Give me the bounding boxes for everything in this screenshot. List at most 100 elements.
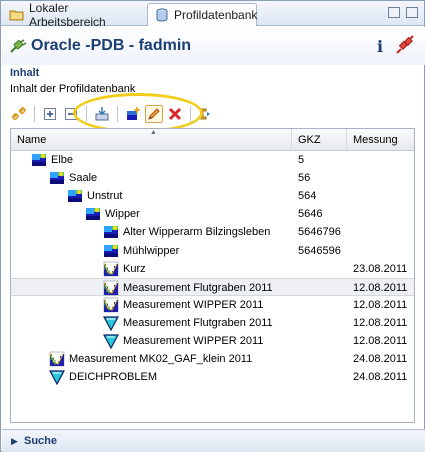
sort-indicator-icon: ▲ — [150, 129, 157, 136]
row-messung-cell: 12.08.2011 — [353, 281, 408, 294]
row-messung-cell: 12.08.2011 — [353, 298, 408, 311]
table-row[interactable]: Mühlwipper 5646596 — [11, 242, 414, 260]
row-name-label: Mühlwipper — [123, 244, 180, 257]
row-name-cell: Mühlwipper — [103, 242, 179, 260]
row-name-cell: Measurement Flutgraben 2011 — [102, 314, 273, 332]
row-name-cell: Kurz — [103, 260, 146, 278]
tab-bar: Lokaler Arbeitsbereich Profildatenbank — [1, 0, 424, 29]
waterbody-icon — [103, 243, 119, 259]
folder-icon — [9, 7, 25, 23]
table-row[interactable]: Elbe 5 — [11, 151, 414, 169]
row-gkz-cell: 564 — [298, 190, 317, 203]
row-name-cell: Saale — [49, 169, 97, 187]
table-row[interactable]: DEICHPROBLEM 24.08.2011 — [11, 368, 414, 386]
table-row[interactable]: Wipper 5646 — [11, 205, 414, 223]
row-name-label: Alter Wipperarm Bilzingsleben — [123, 226, 271, 239]
water-level-icon — [48, 369, 66, 386]
row-name-cell: Measurement MK02_GAF_klein 2011 — [49, 350, 252, 368]
search-section-label: Suche — [24, 435, 58, 447]
connection-title: Oracle -PDB - fadmin — [31, 37, 192, 54]
import-icon[interactable] — [93, 105, 111, 123]
row-name-label: Kurz — [123, 262, 146, 275]
table-row[interactable]: Measurement Flutgraben 2011 12.08.2011 — [11, 277, 414, 297]
table-row[interactable]: Kurz 23.08.2011 — [11, 260, 414, 278]
profile-database-view: Lokaler Arbeitsbereich Profildatenbank O… — [0, 0, 425, 452]
new-item-icon[interactable] — [124, 105, 142, 123]
row-name-cell: Measurement Flutgraben 2011 — [103, 279, 273, 297]
table-row[interactable]: Measurement WIPPER 2011 12.08.2011 — [11, 296, 414, 314]
waterbody-icon — [31, 152, 47, 168]
toolbar-separator — [86, 106, 87, 122]
row-gkz-cell: 5646796 — [298, 226, 341, 239]
row-name-label: Unstrut — [87, 190, 123, 203]
row-name-label: Measurement WIPPER 2011 — [123, 335, 264, 347]
profile-measurement-icon — [103, 297, 119, 313]
table-row[interactable]: Alter Wipperarm Bilzingsleben 5646796 — [11, 223, 414, 241]
water-level-icon — [102, 315, 120, 332]
row-messung-cell: 12.08.2011 — [353, 316, 408, 329]
row-name-cell: DEICHPROBLEM — [48, 368, 158, 386]
content-toolbar — [10, 104, 215, 124]
row-name-label: DEICHPROBLEM — [69, 371, 158, 384]
row-messung-cell: 12.08.2011 — [353, 335, 408, 347]
expand-all-icon[interactable] — [41, 105, 59, 123]
connection-plug-icon — [10, 39, 28, 56]
table-row[interactable]: Measurement WIPPER 2011 12.08.2011 — [11, 332, 414, 350]
delete-icon[interactable] — [166, 105, 184, 123]
row-messung-cell: 24.08.2011 — [353, 353, 408, 366]
edit-icon[interactable] — [145, 105, 163, 123]
row-messung-cell: 24.08.2011 — [353, 371, 408, 384]
table-row[interactable]: Measurement MK02_GAF_klein 2011 24.08.201… — [11, 350, 414, 368]
waterbody-icon — [103, 224, 119, 240]
disconnect-icon[interactable] — [395, 35, 415, 58]
row-name-cell: Wipper — [85, 205, 140, 223]
table-header: Name ▲ GKZ Messung — [11, 129, 414, 151]
row-name-label: Elbe — [51, 154, 74, 166]
waterbody-icon — [49, 170, 65, 186]
row-name-cell: Measurement WIPPER 2011 — [103, 296, 263, 314]
toolbar-separator — [117, 106, 118, 122]
database-icon — [154, 7, 170, 23]
row-gkz-cell: 5 — [298, 154, 305, 166]
tab-local-workspace[interactable]: Lokaler Arbeitsbereich — [3, 0, 147, 29]
section-description: Inhalt der Profildatenbank — [10, 83, 136, 95]
row-name-cell: Alter Wipperarm Bilzingsleben — [103, 223, 270, 241]
info-button[interactable]: i — [377, 37, 383, 56]
minimize-button[interactable] — [388, 7, 400, 18]
table-row[interactable]: Measurement Flutgraben 2011 12.08.2011 — [11, 314, 414, 332]
tab-profile-database[interactable]: Profildatenbank — [147, 3, 257, 26]
column-header-messung[interactable]: Messung — [347, 129, 414, 151]
table-row[interactable]: Saale 56 — [11, 169, 414, 187]
view-header: Oracle -PDB - fadmin i — [2, 27, 425, 65]
profile-measurement-icon — [103, 280, 119, 296]
toolbar-separator — [34, 106, 35, 122]
profile-measurement-icon — [49, 351, 65, 367]
table-row[interactable]: Unstrut 564 — [11, 187, 414, 205]
row-messung-cell: 23.08.2011 — [353, 262, 408, 275]
maximize-button[interactable] — [406, 7, 418, 18]
toolbar-separator — [190, 106, 191, 122]
tab-profile-database-label: Profildatenbank — [174, 8, 258, 22]
row-gkz-cell: 5646 — [298, 208, 323, 221]
row-name-label: Measurement Flutgraben 2011 — [123, 281, 273, 294]
column-header-gkz[interactable]: GKZ — [292, 129, 347, 151]
row-name-cell: Elbe — [31, 151, 73, 169]
waterbody-icon — [67, 188, 83, 204]
row-name-cell: Unstrut — [67, 187, 122, 205]
profile-tree-table: Name ▲ GKZ Messung Elbe 5 Saale 56 Unstrut 56… — [10, 128, 415, 423]
row-gkz-cell: 5646596 — [298, 244, 341, 257]
row-gkz-cell: 56 — [298, 172, 311, 185]
search-section-bar[interactable]: ▶ Suche — [2, 429, 425, 452]
row-name-label: Wipper — [105, 208, 140, 221]
row-name-label: Measurement WIPPER 2011 — [123, 298, 264, 311]
row-name-label: Measurement Flutgraben 2011 — [123, 316, 273, 329]
row-name-cell: Measurement WIPPER 2011 — [102, 332, 264, 350]
row-name-label: Measurement MK02_GAF_klein 2011 — [69, 353, 253, 366]
refresh-icon[interactable] — [197, 105, 215, 123]
profile-measurement-icon — [103, 261, 119, 277]
waterbody-icon — [85, 206, 101, 222]
link-icon[interactable] — [10, 105, 28, 123]
tab-local-workspace-label: Lokaler Arbeitsbereich — [29, 0, 106, 29]
collapse-all-icon[interactable] — [62, 105, 80, 123]
expand-arrow-icon[interactable]: ▶ — [11, 436, 18, 447]
